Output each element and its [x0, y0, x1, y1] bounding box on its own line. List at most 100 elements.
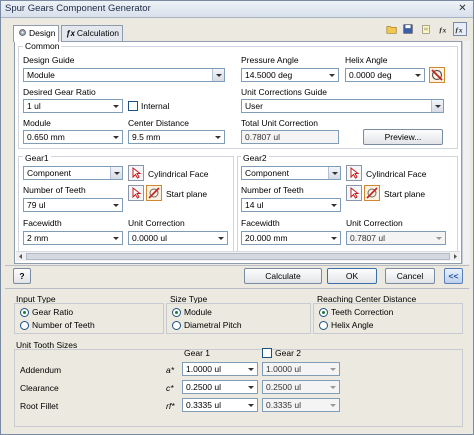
desired-ratio-input[interactable]: 1 ul: [23, 99, 123, 113]
addendum-gear1-input[interactable]: 1.0000 ul: [182, 362, 258, 376]
scroll-left-icon[interactable]: [16, 252, 26, 261]
root-fillet-gear1-input[interactable]: 0.3335 ul: [182, 398, 258, 412]
total-unit-corr-value: 0.7807 ul: [245, 132, 280, 142]
chevron-down-icon[interactable]: [434, 233, 444, 243]
root-fillet-symbol: rf*: [166, 401, 175, 411]
gear1-start-select-button[interactable]: [128, 185, 144, 201]
tab-design[interactable]: Design: [13, 25, 59, 42]
close-button[interactable]: ✕: [456, 3, 469, 15]
gear1-face-select-button[interactable]: [128, 165, 144, 181]
function-toggle-icon[interactable]: ƒx: [436, 22, 450, 36]
gear-ratio-radio[interactable]: [20, 308, 29, 317]
chevron-down-icon[interactable]: [413, 70, 423, 80]
svg-text:ƒx: ƒx: [439, 25, 447, 34]
help-button[interactable]: ?: [13, 268, 31, 284]
gear2-unit-corr-input[interactable]: 0.7807 ul: [346, 231, 446, 245]
gear1-facewidth-input[interactable]: 2 mm: [23, 231, 123, 245]
calculate-button[interactable]: Calculate: [244, 268, 322, 284]
gear1-start-label: Start plane: [166, 189, 208, 199]
title-bar[interactable]: Spur Gears Component Generator ✕: [1, 1, 473, 18]
chevron-down-icon[interactable]: [431, 100, 443, 112]
gear1-type-value: Component: [27, 168, 71, 178]
gear1-facewidth-label: Facewidth: [23, 218, 62, 228]
design-panel: Common Design Guide Module Pressure Angl…: [14, 41, 462, 264]
gear2-flip-button[interactable]: [364, 185, 380, 201]
total-unit-corr-label: Total Unit Correction: [241, 118, 319, 128]
cancel-button[interactable]: Cancel: [385, 268, 435, 284]
gear2-facewidth-value: 20.000 mm: [245, 233, 288, 243]
gear1-column-header: Gear 1: [184, 348, 210, 358]
chevron-down-icon[interactable]: [246, 382, 256, 392]
collapse-button[interactable]: <<: [444, 268, 463, 284]
chevron-down-icon[interactable]: [111, 233, 121, 243]
design-guide-label: Design Guide: [23, 55, 75, 65]
chevron-down-icon: [328, 364, 338, 374]
vertical-scrollbar[interactable]: [462, 41, 470, 264]
ok-button[interactable]: OK: [327, 268, 377, 284]
number-of-teeth-label: Number of Teeth: [32, 320, 95, 330]
gear2-start-label: Start plane: [384, 189, 426, 199]
helix-angle-radio[interactable]: [319, 321, 328, 330]
save-icon[interactable]: [401, 22, 415, 36]
chevron-down-icon[interactable]: [212, 69, 224, 81]
design-guide-select[interactable]: Module: [23, 68, 225, 82]
module-label: Module: [23, 118, 51, 128]
gear2-type-select[interactable]: Component: [241, 166, 341, 180]
chevron-down-icon[interactable]: [328, 167, 340, 179]
separator: [5, 288, 469, 289]
generator-window: Spur Gears Component Generator ✕ Design …: [0, 0, 474, 435]
chevron-down-icon[interactable]: [329, 233, 339, 243]
internal-checkbox[interactable]: [128, 101, 138, 111]
gear1-unit-corr-input[interactable]: 0.0000 ul: [128, 231, 228, 245]
chevron-down-icon[interactable]: [246, 364, 256, 374]
number-of-teeth-radio[interactable]: [20, 321, 29, 330]
root-fillet-gear2-value: 0.3335 ul: [266, 400, 301, 410]
helix-angle-label: Helix Angle: [345, 55, 388, 65]
open-folder-icon[interactable]: [385, 22, 399, 36]
center-distance-label: Center Distance: [128, 118, 189, 128]
tab-calculation[interactable]: ƒx Calculation: [61, 25, 123, 41]
chevron-down-icon[interactable]: [246, 400, 256, 410]
module-radio[interactable]: [172, 308, 181, 317]
scrollbar-thumb[interactable]: [26, 253, 450, 260]
svg-text:ƒx: ƒx: [455, 25, 463, 34]
scroll-right-icon[interactable]: [450, 252, 460, 261]
cursor-arrow-icon: [132, 186, 142, 199]
preview-button[interactable]: Preview...: [363, 129, 443, 145]
chevron-down-icon[interactable]: [213, 132, 223, 142]
gear1-flip-button[interactable]: [146, 185, 162, 201]
chevron-down-icon[interactable]: [110, 167, 122, 179]
tab-calculation-label: Calculation: [76, 28, 119, 38]
clearance-gear1-input[interactable]: 0.2500 ul: [182, 380, 258, 394]
horizontal-scrollbar[interactable]: [16, 251, 460, 261]
internal-label: Internal: [141, 101, 170, 111]
gear2-start-select-button[interactable]: [346, 185, 362, 201]
addendum-gear2-input: 1.0000 ul: [262, 362, 340, 376]
teeth-correction-radio[interactable]: [319, 308, 328, 317]
module-input[interactable]: 0.650 mm: [23, 130, 123, 144]
gear2-enable-checkbox[interactable]: [262, 348, 272, 358]
center-distance-input[interactable]: 9.5 mm: [128, 130, 225, 144]
cursor-arrow-icon: [350, 186, 360, 199]
helix-angle-input[interactable]: 0.0000 deg: [345, 68, 425, 82]
root-fillet-gear1-value: 0.3335 ul: [186, 400, 221, 410]
gear2-teeth-input[interactable]: 14 ul: [241, 198, 341, 212]
notes-icon[interactable]: [419, 22, 433, 36]
gear1-type-select[interactable]: Component: [23, 166, 123, 180]
gear2-face-select-button[interactable]: [346, 165, 362, 181]
gear1-teeth-input[interactable]: 79 ul: [23, 198, 123, 212]
flip-direction-icon: [148, 187, 160, 199]
function-settings-icon[interactable]: ƒx: [453, 22, 467, 36]
chevron-down-icon[interactable]: [111, 132, 121, 142]
pressure-angle-input[interactable]: 14.5000 deg: [241, 68, 339, 82]
helix-pick-button[interactable]: [429, 67, 445, 83]
chevron-down-icon[interactable]: [111, 101, 121, 111]
chevron-down-icon[interactable]: [216, 233, 226, 243]
chevron-down-icon[interactable]: [329, 200, 339, 210]
addendum-gear1-value: 1.0000 ul: [186, 364, 221, 374]
chevron-down-icon[interactable]: [111, 200, 121, 210]
gear2-facewidth-input[interactable]: 20.000 mm: [241, 231, 341, 245]
unit-corr-guide-select[interactable]: User: [241, 99, 444, 113]
diametral-pitch-radio[interactable]: [172, 321, 181, 330]
chevron-down-icon[interactable]: [327, 70, 337, 80]
